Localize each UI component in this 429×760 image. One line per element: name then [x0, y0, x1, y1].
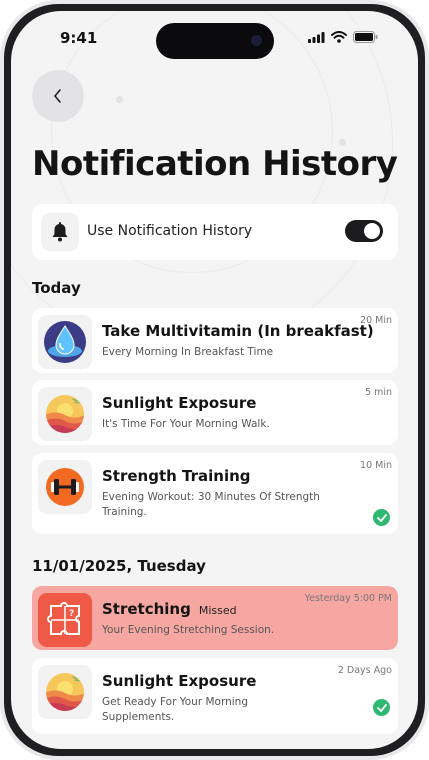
- notification-title: Strength Training: [102, 467, 251, 485]
- notification-history-switch[interactable]: [345, 220, 383, 242]
- supplement-drop-icon: [44, 321, 86, 363]
- notification-title: Sunlight Exposure: [102, 672, 257, 690]
- chevron-left-icon: [54, 89, 61, 103]
- phone-frame: 9:41 Notification History Use Notificati…: [0, 0, 429, 760]
- completed-check-icon: [373, 699, 390, 716]
- notification-item-missed[interactable]: ? Stretching Missed Your Evening Stretchi…: [32, 586, 398, 650]
- missed-status-label: Missed: [198, 604, 237, 617]
- notification-subtitle: Every Morning In Breakfast Time: [102, 346, 274, 358]
- workout-icon-box: [38, 460, 92, 514]
- signal-icon: [308, 31, 325, 43]
- puzzle-question-icon: ?: [47, 602, 80, 635]
- notification-subtitle: It's Time For Your Morning Walk.: [102, 418, 270, 430]
- status-icons: [308, 31, 378, 43]
- status-time: 9:41: [60, 29, 98, 47]
- notification-time: 20 Min: [360, 315, 392, 326]
- wifi-icon: [331, 31, 347, 43]
- section-title-date: 11/01/2025, Tuesday: [32, 557, 206, 575]
- notification-item[interactable]: Strength Training Evening Workout: 30 Mi…: [32, 453, 398, 534]
- stretching-icon-box: ?: [38, 593, 92, 647]
- sunset-icon: [46, 395, 84, 433]
- notification-time: 5 min: [365, 387, 392, 398]
- notification-title: Stretching Missed: [102, 600, 237, 618]
- notification-subtitle: Evening Workout: 30 Minutes Of Strength …: [102, 491, 320, 518]
- notification-time: 2 Days Ago: [337, 665, 392, 676]
- battery-icon: [353, 31, 378, 43]
- background-dot: [116, 96, 123, 103]
- switch-knob: [364, 223, 380, 239]
- camera-icon: [251, 35, 262, 46]
- notification-time: Yesterday 5:00 PM: [304, 593, 392, 604]
- notification-item[interactable]: Sunlight Exposure Get Ready For Your Mor…: [32, 658, 398, 734]
- dumbbell-icon: [46, 468, 84, 506]
- notification-title: Take Multivitamin (In breakfast): [102, 322, 374, 340]
- notification-item[interactable]: Sunlight Exposure It's Time For Your Mor…: [32, 380, 398, 445]
- notification-history-toggle-row: Use Notification History: [32, 204, 398, 260]
- notification-item[interactable]: Take Multivitamin (In breakfast) Every M…: [32, 308, 398, 373]
- notification-title: Sunlight Exposure: [102, 394, 257, 412]
- back-button[interactable]: [32, 70, 84, 122]
- section-title-today: Today: [32, 279, 81, 297]
- supplement-icon-box: [38, 315, 92, 369]
- sunlight-icon-box: [38, 387, 92, 441]
- page-title: Notification History: [32, 144, 398, 184]
- screen: 9:41 Notification History Use Notificati…: [11, 11, 418, 749]
- sunlight-icon-box: [38, 665, 92, 719]
- svg-text:?: ?: [69, 609, 74, 619]
- completed-check-icon: [373, 509, 390, 526]
- notification-time: 10 Min: [360, 460, 392, 471]
- bell-icon-box: [41, 213, 79, 251]
- bell-icon: [52, 222, 68, 242]
- notification-subtitle: Your Evening Stretching Session.: [102, 624, 275, 636]
- notification-subtitle: Get Ready For Your Morning Supplements.: [102, 696, 248, 723]
- notification-title-text: Stretching: [102, 600, 191, 618]
- sunset-icon: [46, 673, 84, 711]
- dynamic-island: [156, 23, 274, 59]
- toggle-label: Use Notification History: [87, 223, 253, 239]
